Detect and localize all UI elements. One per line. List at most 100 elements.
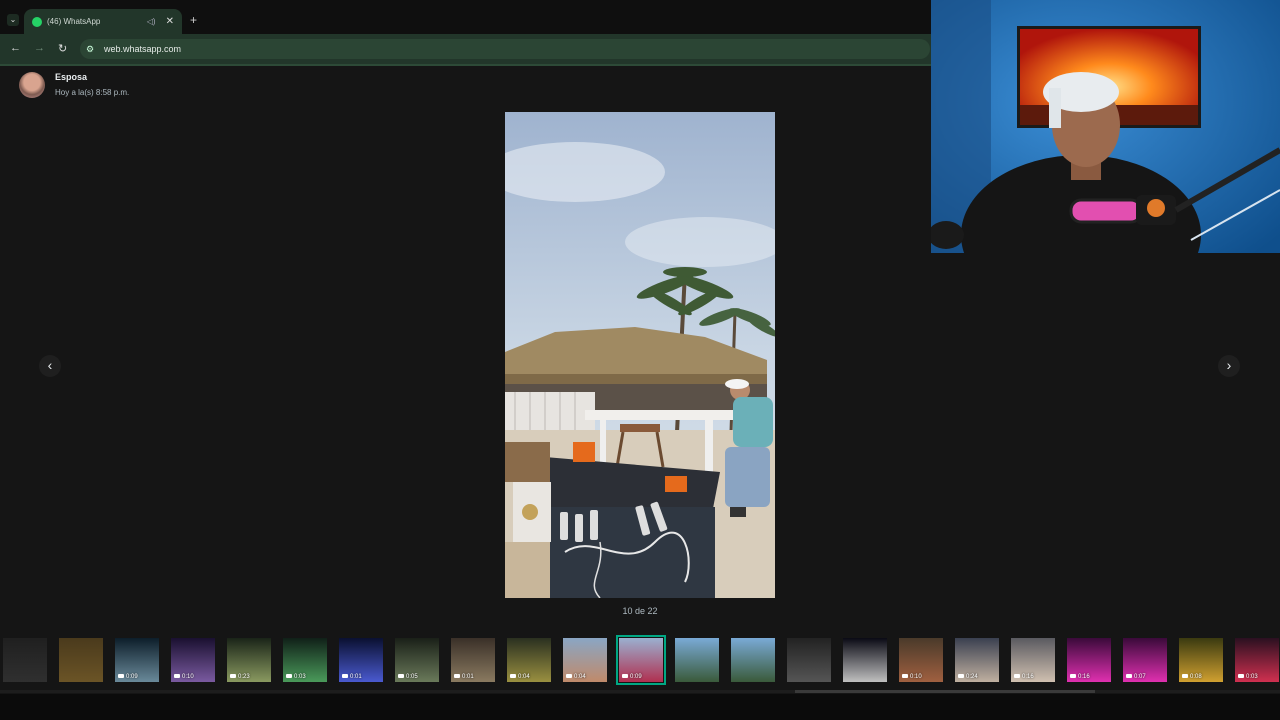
video-duration: 0:10 (174, 674, 194, 680)
tab-title: (46) WhatsApp (47, 17, 101, 26)
thumbnail[interactable]: 0:04 (507, 638, 551, 682)
duration-text: 0:01 (350, 674, 362, 680)
video-camera-icon (454, 674, 460, 679)
contact-name: Esposa (55, 72, 88, 82)
video-duration: 0:16 (1014, 674, 1034, 680)
video-camera-icon (342, 674, 348, 679)
video-duration: 0:03 (1238, 674, 1258, 680)
duration-text: 0:23 (238, 674, 250, 680)
duration-text: 0:24 (966, 674, 978, 680)
thumbnail-strip: 0:09 0:10 0:23 0:03 0:01 0:05 0:01 0:04 0:04 0:09… (0, 632, 1280, 690)
streamer-webcam-image (931, 0, 1280, 253)
video-camera-icon (1070, 674, 1076, 679)
url-text: web.whatsapp.com (104, 44, 182, 54)
video-camera-icon (1182, 674, 1188, 679)
thumbnail[interactable]: 0:10 (171, 638, 215, 682)
video-camera-icon (958, 674, 964, 679)
thumbnail[interactable]: 0:09 (115, 638, 159, 682)
new-tab-button[interactable]: + (190, 13, 197, 27)
thumbnail[interactable]: 0:23 (227, 638, 271, 682)
video-camera-icon (510, 674, 516, 679)
bottom-letterbox (0, 694, 1280, 720)
duration-text: 0:08 (1190, 674, 1202, 680)
video-camera-icon (1238, 674, 1244, 679)
thumbnail[interactable]: 0:03 (283, 638, 327, 682)
reload-icon[interactable]: ↻ (58, 42, 67, 55)
avatar[interactable] (19, 72, 45, 98)
duration-text: 0:10 (182, 674, 194, 680)
thumbnail[interactable]: 0:16 (1011, 638, 1055, 682)
video-camera-icon (1014, 674, 1020, 679)
previous-media-button[interactable]: ‹ (39, 355, 61, 377)
thumbnail[interactable]: 0:01 (339, 638, 383, 682)
thumbnail[interactable] (843, 638, 887, 682)
duration-text: 0:16 (1078, 674, 1090, 680)
video-duration: 0:01 (454, 674, 474, 680)
video-camera-icon (566, 674, 572, 679)
video-camera-icon (398, 674, 404, 679)
thumbnail[interactable]: 0:08 (1179, 638, 1223, 682)
thumbnail[interactable]: 0:03 (1235, 638, 1279, 682)
video-duration: 0:07 (1126, 674, 1146, 680)
forward-icon[interactable]: → (34, 42, 45, 54)
video-duration: 0:10 (902, 674, 922, 680)
thumbnail[interactable] (675, 638, 719, 682)
video-duration: 0:03 (286, 674, 306, 680)
duration-text: 0:04 (518, 674, 530, 680)
next-media-button[interactable]: › (1218, 355, 1240, 377)
thumbnail[interactable] (3, 638, 47, 682)
thumbnail[interactable] (731, 638, 775, 682)
url-field[interactable]: ⚙ web.whatsapp.com (80, 39, 930, 59)
thumbnail-selected[interactable]: 0:09 (616, 635, 666, 685)
thumbnail[interactable]: 0:10 (899, 638, 943, 682)
video-duration: 0:08 (1182, 674, 1202, 680)
thumbnail[interactable]: 0:01 (451, 638, 495, 682)
duration-text: 0:03 (294, 674, 306, 680)
whatsapp-favicon-icon (32, 16, 42, 27)
speaker-icon[interactable]: ◁) (147, 17, 156, 26)
video-duration: 0:05 (398, 674, 418, 680)
thumbnail[interactable] (59, 638, 103, 682)
thumbnail[interactable]: 0:07 (1123, 638, 1167, 682)
duration-text: 0:03 (1246, 674, 1258, 680)
duration-text: 0:09 (126, 674, 138, 680)
duration-text: 0:16 (1022, 674, 1034, 680)
video-camera-icon (174, 674, 180, 679)
video-duration: 0:04 (510, 674, 530, 680)
duration-text: 0:07 (1134, 674, 1146, 680)
video-duration: 0:01 (342, 674, 362, 680)
duration-text: 0:05 (406, 674, 418, 680)
video-duration: 0:09 (622, 674, 642, 680)
media-counter: 10 de 22 (622, 606, 658, 616)
thumbnail-scrollbar[interactable] (795, 690, 1095, 693)
tab-whatsapp[interactable]: (46) WhatsApp ◁) ✕ (24, 9, 182, 34)
video-duration: 0:04 (566, 674, 586, 680)
tab-search-button[interactable]: ⌄ (7, 14, 19, 26)
thumbnail[interactable]: 0:04 (563, 638, 607, 682)
webcam-overlay (931, 0, 1280, 253)
message-timestamp: Hoy a la(s) 8:58 p.m. (55, 88, 130, 97)
video-duration: 0:24 (958, 674, 978, 680)
video-camera-icon (230, 674, 236, 679)
close-tab-button[interactable]: ✕ (166, 16, 174, 27)
duration-text: 0:10 (910, 674, 922, 680)
thumbnail[interactable]: 0:24 (955, 638, 999, 682)
thumbnail[interactable]: 0:16 (1067, 638, 1111, 682)
video-duration: 0:16 (1070, 674, 1090, 680)
back-icon[interactable]: ← (10, 42, 21, 54)
site-settings-icon[interactable]: ⚙ (86, 39, 94, 59)
video-duration: 0:23 (230, 674, 250, 680)
video-camera-icon (902, 674, 908, 679)
thumbnail[interactable]: 0:05 (395, 638, 439, 682)
video-camera-icon (622, 674, 628, 679)
beach-video-frame (505, 112, 775, 598)
video-camera-icon (286, 674, 292, 679)
video-camera-icon (118, 674, 124, 679)
duration-text: 0:01 (462, 674, 474, 680)
address-bar: ← → ↻ ⚙ web.whatsapp.com (0, 34, 931, 66)
duration-text: 0:04 (574, 674, 586, 680)
video-duration: 0:09 (118, 674, 138, 680)
media-video[interactable] (505, 112, 775, 598)
thumbnail[interactable] (787, 638, 831, 682)
duration-text: 0:09 (630, 674, 642, 680)
